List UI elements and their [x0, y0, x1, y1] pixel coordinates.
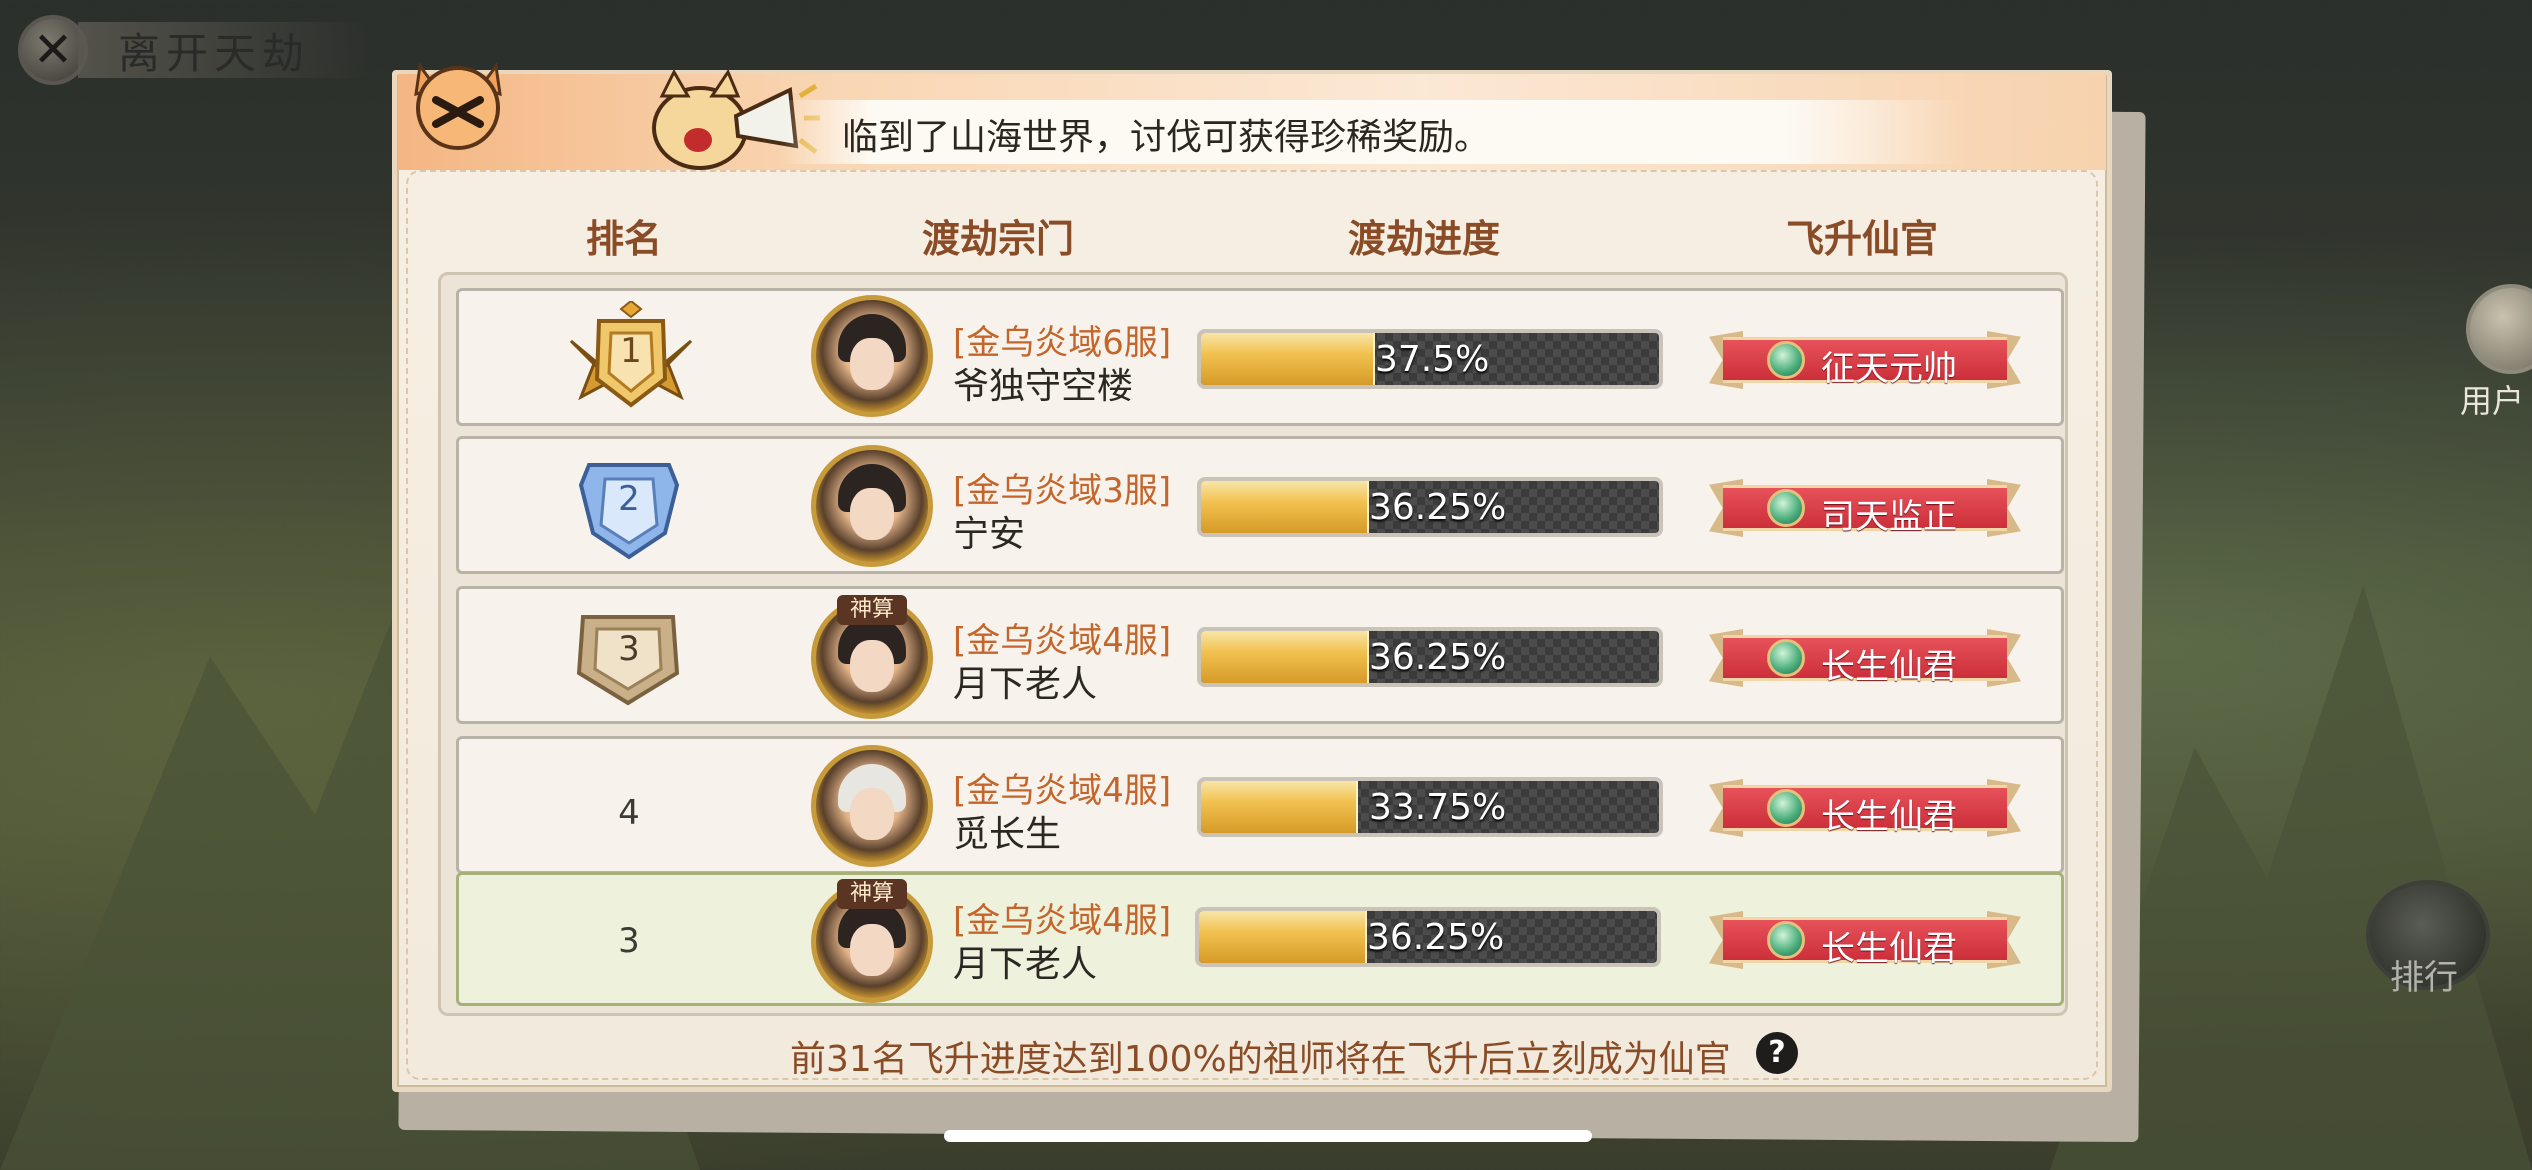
progress-text: 37.5%: [1375, 339, 1490, 380]
jade-gem-icon: [1767, 341, 1805, 379]
rank-number: 4: [618, 793, 640, 833]
rule-note: 前31名飞升进度达到100%的祖师将在飞升后立刻成为仙官: [790, 1039, 1731, 1080]
progress-bar: 33.75%: [1197, 777, 1663, 837]
progress-text: 36.25%: [1369, 487, 1507, 528]
progress-bar-fill: [1201, 481, 1370, 533]
leave-tribulation-button[interactable]: ✕ 离开天劫: [18, 14, 371, 86]
avatar[interactable]: [811, 295, 933, 417]
jade-gem-icon: [1767, 489, 1805, 527]
progress-bar-fill: [1201, 781, 1358, 833]
avatar-tag: 神算: [837, 879, 907, 909]
column-header-rank: 排名: [585, 217, 662, 261]
immortal-title-plate: 司天监正: [1709, 471, 2021, 543]
immortal-title: 征天元帅: [1821, 349, 1957, 389]
ranking-row[interactable]: 3 神算 [金乌炎域4服] 月下老人 36.25% 长生仙君: [456, 586, 2064, 724]
leave-label: 离开天劫: [78, 22, 371, 78]
jade-gem-icon: [1767, 789, 1805, 827]
player-name: 觅长生: [953, 814, 1062, 855]
progress-bar: 37.5%: [1197, 329, 1663, 389]
player-name: 爷独守空楼: [953, 366, 1134, 407]
progress-bar: 36.25%: [1197, 627, 1663, 687]
ranking-row[interactable]: 1 [金乌炎域6服] 爷独守空楼 37.5% 征天元帅: [456, 288, 2064, 426]
immortal-title-plate: 征天元帅: [1709, 323, 2021, 395]
announcement-text: 临到了山海世界，讨伐可获得珍稀奖励。: [842, 117, 1491, 158]
immortal-title: 长生仙君: [1821, 929, 1957, 969]
immortal-title: 长生仙君: [1821, 647, 1957, 687]
jade-gem-icon: [1767, 639, 1805, 677]
rank-number: 2: [618, 479, 640, 519]
home-indicator[interactable]: [944, 1130, 1592, 1142]
progress-bar: 36.25%: [1197, 477, 1663, 537]
avatar[interactable]: [811, 745, 933, 867]
progress-bar-fill: [1199, 911, 1368, 963]
self-ranking-row[interactable]: 3 神算 [金乌炎域4服] 月下老人 36.25% 长生仙君: [456, 872, 2064, 1006]
column-header-sect: 渡劫宗门: [921, 217, 1074, 261]
rank-number: 3: [618, 629, 640, 669]
progress-text: 36.25%: [1369, 637, 1507, 678]
progress-text: 36.25%: [1367, 917, 1505, 958]
rank-label: 排行: [2390, 958, 2458, 998]
player-name: 宁安: [953, 514, 1026, 555]
rank-number: 3: [618, 921, 640, 961]
immortal-title-plate: 长生仙君: [1709, 621, 2021, 693]
progress-bar-fill: [1201, 333, 1375, 385]
ranking-row[interactable]: 2 [金乌炎域3服] 宁安 36.25% 司天监正: [456, 436, 2064, 574]
player-name: 月下老人: [953, 944, 1098, 985]
column-header-title: 飞升仙官: [1785, 217, 1938, 261]
immortal-title-plate: 长生仙君: [1709, 771, 2021, 843]
ranking-row[interactable]: 4 [金乌炎域4服] 觅长生 33.75% 长生仙君: [456, 736, 2064, 874]
immortal-title-plate: 长生仙君: [1709, 903, 2021, 975]
avatar[interactable]: [811, 445, 933, 567]
progress-text: 33.75%: [1369, 787, 1507, 828]
column-header-progress: 渡劫进度: [1347, 217, 1500, 261]
user-label: 用户: [2460, 382, 2525, 420]
avatar-tag: 神算: [837, 595, 907, 625]
help-icon[interactable]: ?: [1756, 1032, 1798, 1074]
progress-bar: 36.25%: [1195, 907, 1661, 967]
rank-number: 1: [620, 331, 642, 371]
player-name: 月下老人: [953, 664, 1098, 705]
jade-gem-icon: [1767, 921, 1805, 959]
immortal-title: 长生仙君: [1821, 797, 1957, 837]
immortal-title: 司天监正: [1821, 497, 1957, 537]
cat-mascot-icon: [414, 62, 502, 150]
user-button[interactable]: [2466, 284, 2532, 374]
progress-bar-fill: [1201, 631, 1370, 683]
